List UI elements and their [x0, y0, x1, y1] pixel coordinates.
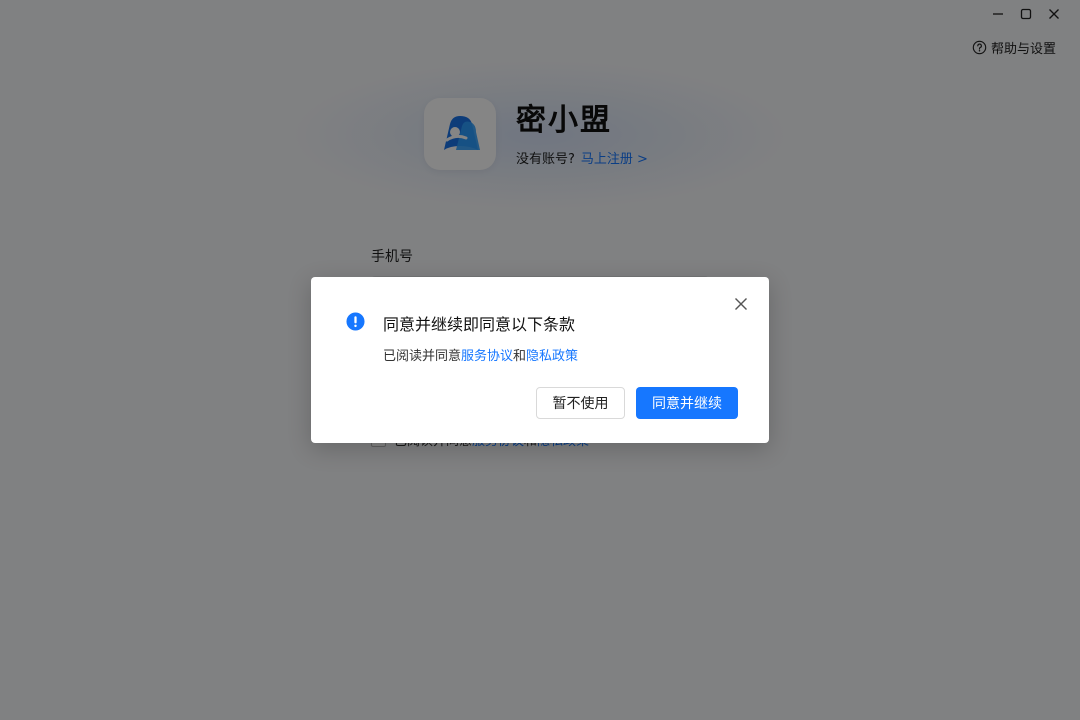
terms-dialog: 同意并继续即同意以下条款 已阅读并同意服务协议和隐私政策 暂不使用 同意并继续	[311, 277, 769, 443]
info-icon	[346, 312, 365, 331]
close-icon	[735, 298, 747, 310]
dialog-body: 已阅读并同意服务协议和隐私政策	[383, 345, 578, 364]
privacy-policy-link[interactable]: 隐私政策	[526, 349, 578, 364]
agree-continue-button[interactable]: 同意并继续	[636, 387, 738, 419]
dialog-and-text: 和	[513, 349, 527, 364]
service-agreement-link[interactable]: 服务协议	[461, 349, 513, 364]
dialog-title: 同意并继续即同意以下条款	[383, 315, 576, 334]
dialog-close-button[interactable]	[733, 296, 749, 312]
dialog-body-prefix: 已阅读并同意	[383, 349, 462, 364]
not-now-button[interactable]: 暂不使用	[536, 387, 625, 419]
